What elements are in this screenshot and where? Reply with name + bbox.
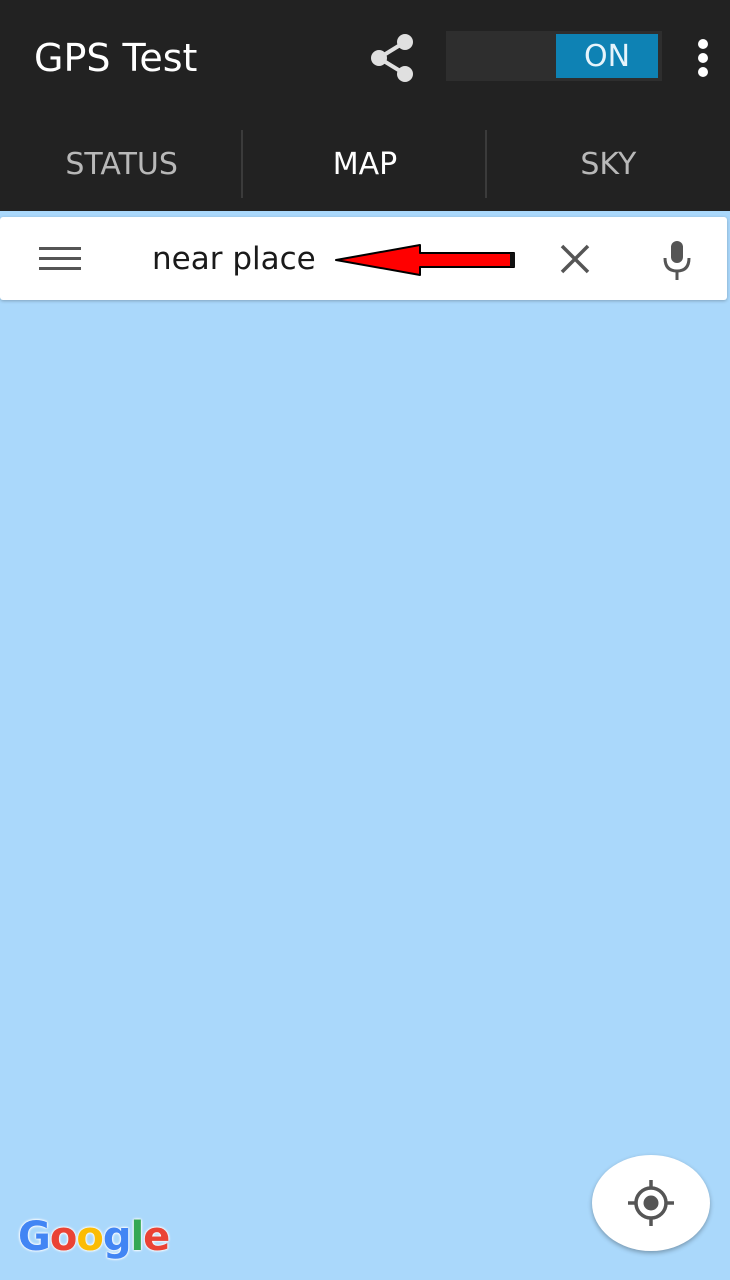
app-bar: GPS Test ON [0,0,730,118]
google-logo-letter: o [76,1214,104,1260]
google-logo-letter: o [49,1214,78,1260]
share-icon [371,34,413,82]
tab-status-label: STATUS [65,147,178,182]
tab-map-label: MAP [332,147,398,182]
google-logo-letter: e [143,1214,170,1260]
toggle-on-label: ON [556,34,658,78]
google-logo-letter: g [102,1214,132,1260]
voice-search-button[interactable] [655,236,699,286]
share-button[interactable] [362,28,422,88]
tab-status[interactable]: STATUS [0,118,244,211]
tab-bar: STATUS MAP SKY [0,118,730,211]
search-input[interactable]: near place [152,241,316,277]
more-vert-icon [698,39,708,77]
microphone-icon [663,241,691,280]
my-location-icon [628,1180,674,1226]
overflow-menu-button[interactable] [688,34,718,82]
google-logo-letter: l [130,1214,144,1260]
tab-map[interactable]: MAP [243,118,487,211]
close-icon [560,244,590,274]
google-logo-letter: G [18,1214,51,1260]
menu-button[interactable] [30,237,90,281]
tab-sky[interactable]: SKY [487,118,730,211]
app-title: GPS Test [34,36,198,80]
map-canvas[interactable] [0,300,730,1280]
google-logo: Google [18,1214,170,1260]
my-location-button[interactable] [592,1155,710,1251]
hamburger-icon [39,247,81,270]
clear-search-button[interactable] [552,236,598,282]
gps-toggle-switch[interactable]: ON [446,31,662,81]
annotation-arrow-icon [335,244,515,276]
tab-sky-label: SKY [580,147,637,182]
